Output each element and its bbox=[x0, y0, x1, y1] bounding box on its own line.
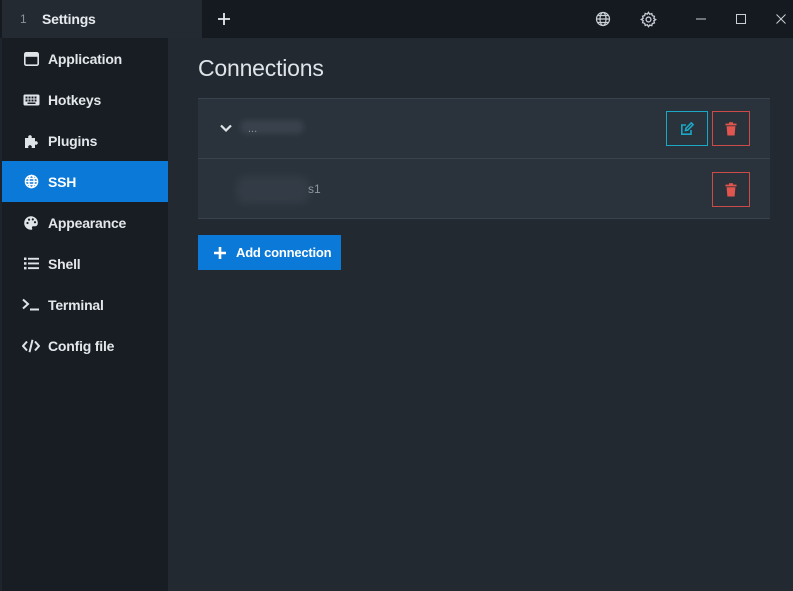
tab-index: 1 bbox=[20, 12, 27, 26]
tab-title: Settings bbox=[42, 11, 96, 27]
sidebar-item-appearance[interactable]: Appearance bbox=[2, 202, 168, 243]
globe-icon bbox=[595, 11, 611, 27]
trash-icon bbox=[725, 121, 737, 135]
sidebar-item-label: Appearance bbox=[48, 214, 127, 231]
delete-button[interactable] bbox=[712, 111, 750, 146]
redacted-text bbox=[236, 176, 310, 204]
sidebar-item-plugins[interactable]: Plugins bbox=[2, 120, 168, 161]
sidebar-item-label: Terminal bbox=[48, 296, 104, 313]
sidebar-item-label: Application bbox=[48, 50, 123, 67]
sidebar: Application Hotkeys Plugins SSH Appearan… bbox=[2, 38, 168, 591]
code-icon bbox=[22, 337, 40, 355]
sidebar-item-hotkeys[interactable]: Hotkeys bbox=[2, 79, 168, 120]
new-tab-button[interactable] bbox=[212, 7, 236, 31]
palette-icon bbox=[22, 214, 40, 232]
main-content: Connections ... s1 Add connection bbox=[168, 38, 793, 591]
list-icon bbox=[22, 255, 40, 273]
sidebar-item-terminal[interactable]: Terminal bbox=[2, 284, 168, 325]
chevron-down-icon[interactable] bbox=[218, 120, 234, 136]
trash-icon bbox=[725, 182, 737, 196]
connection-row[interactable]: s1 bbox=[198, 159, 770, 219]
window-icon bbox=[22, 50, 40, 68]
settings-button[interactable] bbox=[637, 8, 659, 30]
sidebar-item-label: Shell bbox=[48, 255, 81, 272]
edit-icon bbox=[681, 121, 694, 135]
plus-icon bbox=[214, 246, 226, 259]
page-title: Connections bbox=[198, 55, 324, 81]
minimize-button[interactable] bbox=[690, 8, 712, 30]
add-connection-label: Add connection bbox=[236, 245, 332, 260]
puzzle-icon bbox=[22, 132, 40, 150]
connection-group-row[interactable]: ... bbox=[198, 99, 770, 159]
sidebar-item-ssh[interactable]: SSH bbox=[2, 161, 168, 202]
connection-list: ... s1 bbox=[198, 98, 770, 219]
plus-icon bbox=[218, 13, 230, 25]
add-connection-button[interactable]: Add connection bbox=[198, 235, 341, 270]
sidebar-item-label: Plugins bbox=[48, 132, 98, 149]
edit-button[interactable] bbox=[666, 111, 708, 146]
sidebar-item-shell[interactable]: Shell bbox=[2, 243, 168, 284]
maximize-icon bbox=[736, 14, 746, 24]
connection-name: s1 bbox=[308, 182, 321, 196]
tab-settings[interactable]: 1 Settings bbox=[2, 0, 202, 38]
globe-button[interactable] bbox=[592, 8, 614, 30]
keyboard-icon bbox=[22, 91, 40, 109]
sidebar-item-application[interactable]: Application bbox=[2, 38, 168, 79]
delete-button[interactable] bbox=[712, 172, 750, 207]
globe-icon bbox=[22, 173, 40, 191]
sidebar-item-label: SSH bbox=[48, 173, 77, 190]
sidebar-item-label: Hotkeys bbox=[48, 91, 102, 108]
title-bar: 1 Settings bbox=[0, 0, 793, 38]
sidebar-item-config-file[interactable]: Config file bbox=[2, 325, 168, 366]
close-button[interactable] bbox=[770, 8, 792, 30]
gear-icon bbox=[639, 10, 657, 28]
connection-group-name: ... bbox=[248, 123, 258, 135]
sidebar-item-label: Config file bbox=[48, 337, 115, 354]
terminal-icon bbox=[22, 296, 40, 314]
maximize-button[interactable] bbox=[730, 8, 752, 30]
close-icon bbox=[776, 14, 786, 24]
minimize-icon bbox=[696, 18, 706, 20]
